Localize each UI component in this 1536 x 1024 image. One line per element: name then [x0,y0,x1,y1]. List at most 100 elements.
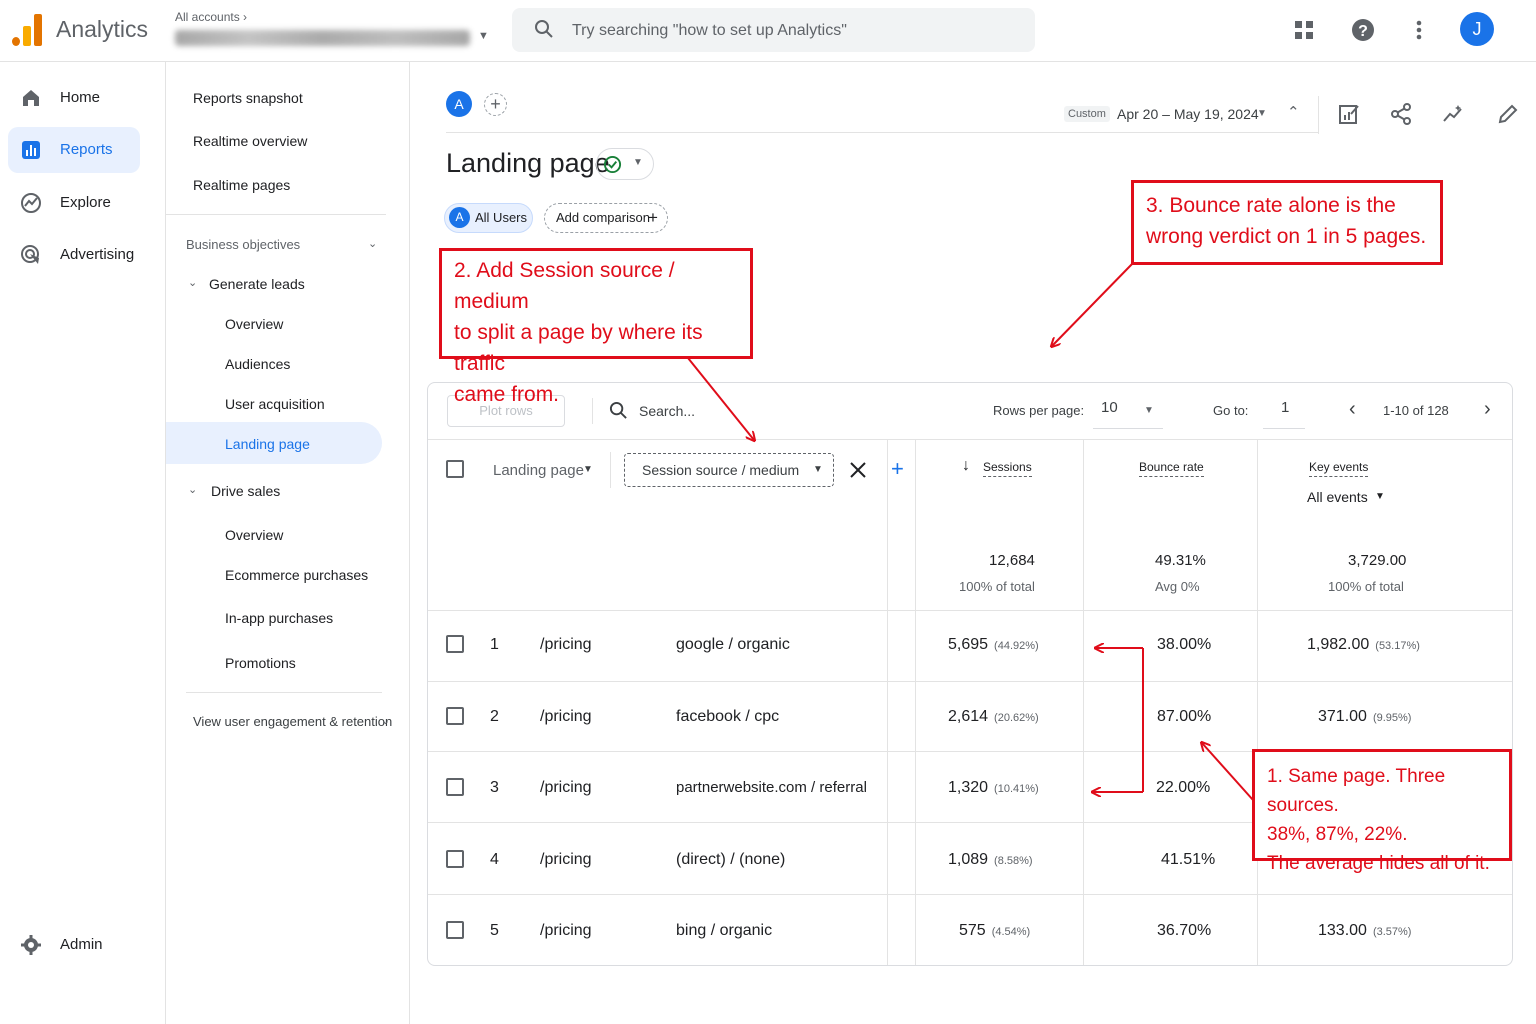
column-divider [1083,440,1084,965]
row-landing-page[interactable]: /pricing [540,636,592,654]
account-dropdown-icon[interactable]: ▼ [478,30,489,42]
subnav-business-objectives[interactable]: Business objectives [186,237,300,252]
plus-icon: + [648,208,658,227]
subnav-in-app-purchases[interactable]: In-app purchases [225,610,333,626]
row-checkbox[interactable] [446,921,464,939]
subnav-realtime-pages[interactable]: Realtime pages [193,177,290,193]
chevron-down-icon[interactable]: ⌄ [368,237,377,250]
chevron-down-icon[interactable]: ⌄ [188,483,197,496]
column-sessions[interactable]: Sessions [983,460,1032,477]
chevron-up-icon[interactable]: ⌃ [1287,103,1300,121]
chip-label: All Users [475,210,528,225]
subnav-engagement-retention[interactable]: View user engagement & retention [193,714,392,729]
analytics-logo-icon [12,14,42,46]
account-name-redacted[interactable] [175,30,470,46]
key-events-dropdown-icon[interactable]: ▼ [1375,491,1385,502]
add-comparison-button[interactable]: Add comparison + [544,203,668,233]
subnav-promotions[interactable]: Promotions [225,655,296,671]
subnav-realtime-overview[interactable]: Realtime overview [193,133,307,149]
apps-grid-icon[interactable] [1290,16,1318,44]
edit-pencil-icon[interactable] [1496,102,1520,126]
row-source-medium[interactable]: bing / organic [676,922,772,940]
select-all-checkbox[interactable] [446,460,464,478]
row-source-medium[interactable]: facebook / cpc [676,708,779,726]
chevron-right-icon[interactable]: › [1484,398,1491,421]
chevron-down-icon[interactable]: ⌄ [188,276,197,289]
row-sessions-pct: (4.54%) [991,926,1031,938]
subnav-ecommerce-purchases[interactable]: Ecommerce purchases [225,567,368,583]
nav-reports[interactable]: Reports [8,127,140,173]
customize-report-icon[interactable] [1337,102,1361,126]
column-key-events[interactable]: Key events [1309,460,1369,477]
sort-descending-icon[interactable]: ↓ [962,457,970,475]
chip-label: Add comparison [556,210,650,225]
subnav-leads-overview[interactable]: Overview [225,316,283,332]
dimension-landing-page[interactable]: Landing page [493,462,584,479]
nav-home[interactable]: Home [8,75,140,121]
row-landing-page[interactable]: /pricing [540,851,592,869]
secondary-dimension-label: Session source / medium [642,462,800,478]
subnav-landing-page[interactable]: Landing page [225,436,310,452]
nav-home-label: Home [60,89,101,106]
row-landing-page[interactable]: /pricing [540,922,592,940]
row-sessions-pct: (44.92%) [994,640,1039,652]
avatar[interactable]: J [1460,12,1494,46]
row-checkbox[interactable] [446,850,464,868]
add-segment-icon[interactable]: + [484,93,507,116]
row-landing-page[interactable]: /pricing [540,779,592,797]
date-range-picker[interactable]: Apr 20 – May 19, 2024 [1117,106,1259,122]
rows-per-page-label: Rows per page: [993,403,1085,418]
row-checkbox[interactable] [446,635,464,653]
row-bounce-rate: 41.51% [1161,851,1216,868]
secondary-dimension-select[interactable]: Session source / medium ▼ [624,453,834,487]
subnav-audiences[interactable]: Audiences [225,356,290,372]
row-checkbox[interactable] [446,707,464,725]
explore-icon [21,193,41,213]
row-sessions: 2,614 [948,708,989,725]
chevron-down-icon[interactable]: ⌄ [381,714,390,727]
row-checkbox[interactable] [446,778,464,796]
row-number: 1 [490,636,499,653]
close-icon[interactable] [848,460,868,480]
subnav-sales-overview[interactable]: Overview [225,527,283,543]
subnav-reports-snapshot[interactable]: Reports snapshot [193,90,303,106]
more-vert-icon[interactable] [1405,16,1433,44]
column-bounce-rate[interactable]: Bounce rate [1139,460,1204,477]
share-icon[interactable] [1389,102,1413,126]
rows-dropdown-icon[interactable]: ▼ [1144,405,1154,416]
annotation-box-2: 2. Add Session source / medium to split … [439,248,753,406]
date-dropdown-icon[interactable]: ▼ [1257,108,1267,119]
row-key-events: 133.00 [1318,922,1367,939]
annotation-line: came from. [454,383,560,406]
account-breadcrumb[interactable]: All accounts › [175,10,247,24]
row-landing-page[interactable]: /pricing [540,708,592,726]
comparison-chip-all-users[interactable]: A All Users [444,203,533,233]
subnav-generate-leads[interactable]: Generate leads [209,276,305,292]
nav-advertising[interactable]: Advertising [8,232,140,278]
goto-label: Go to: [1213,403,1249,418]
add-dimension-icon[interactable]: + [891,456,904,482]
nav-admin[interactable]: Admin [8,922,140,968]
insights-icon[interactable] [1441,102,1465,126]
gear-icon [21,935,41,955]
subnav-drive-sales[interactable]: Drive sales [211,483,280,499]
row-source-medium[interactable]: partnerwebsite.com / referral [676,779,867,796]
rows-per-page-select[interactable]: 10 [1101,399,1118,416]
pagination-label: 1-10 of 128 [1383,403,1449,418]
row-key-events: 1,982.00 [1307,636,1370,653]
row-source-medium[interactable]: (direct) / (none) [676,851,785,869]
subnav-user-acquisition[interactable]: User acquisition [225,396,325,412]
row-source-medium[interactable]: google / organic [676,636,790,654]
nav-explore[interactable]: Explore [8,180,140,226]
total-sessions-sub: 100% of total [959,579,1035,594]
goto-input[interactable]: 1 [1281,399,1289,416]
dimension-dropdown-icon[interactable]: ▼ [583,464,593,475]
chevron-left-icon[interactable]: ‹ [1349,398,1356,421]
report-status-button[interactable]: ▼ [596,148,654,180]
column-divider [887,440,888,965]
key-events-filter[interactable]: All events [1307,489,1368,505]
nav-admin-label: Admin [60,936,103,953]
segment-a-badge[interactable]: A [446,91,472,117]
annotation-line: 38%, 87%, 22%. [1267,824,1408,845]
help-icon[interactable]: ? [1349,16,1377,44]
